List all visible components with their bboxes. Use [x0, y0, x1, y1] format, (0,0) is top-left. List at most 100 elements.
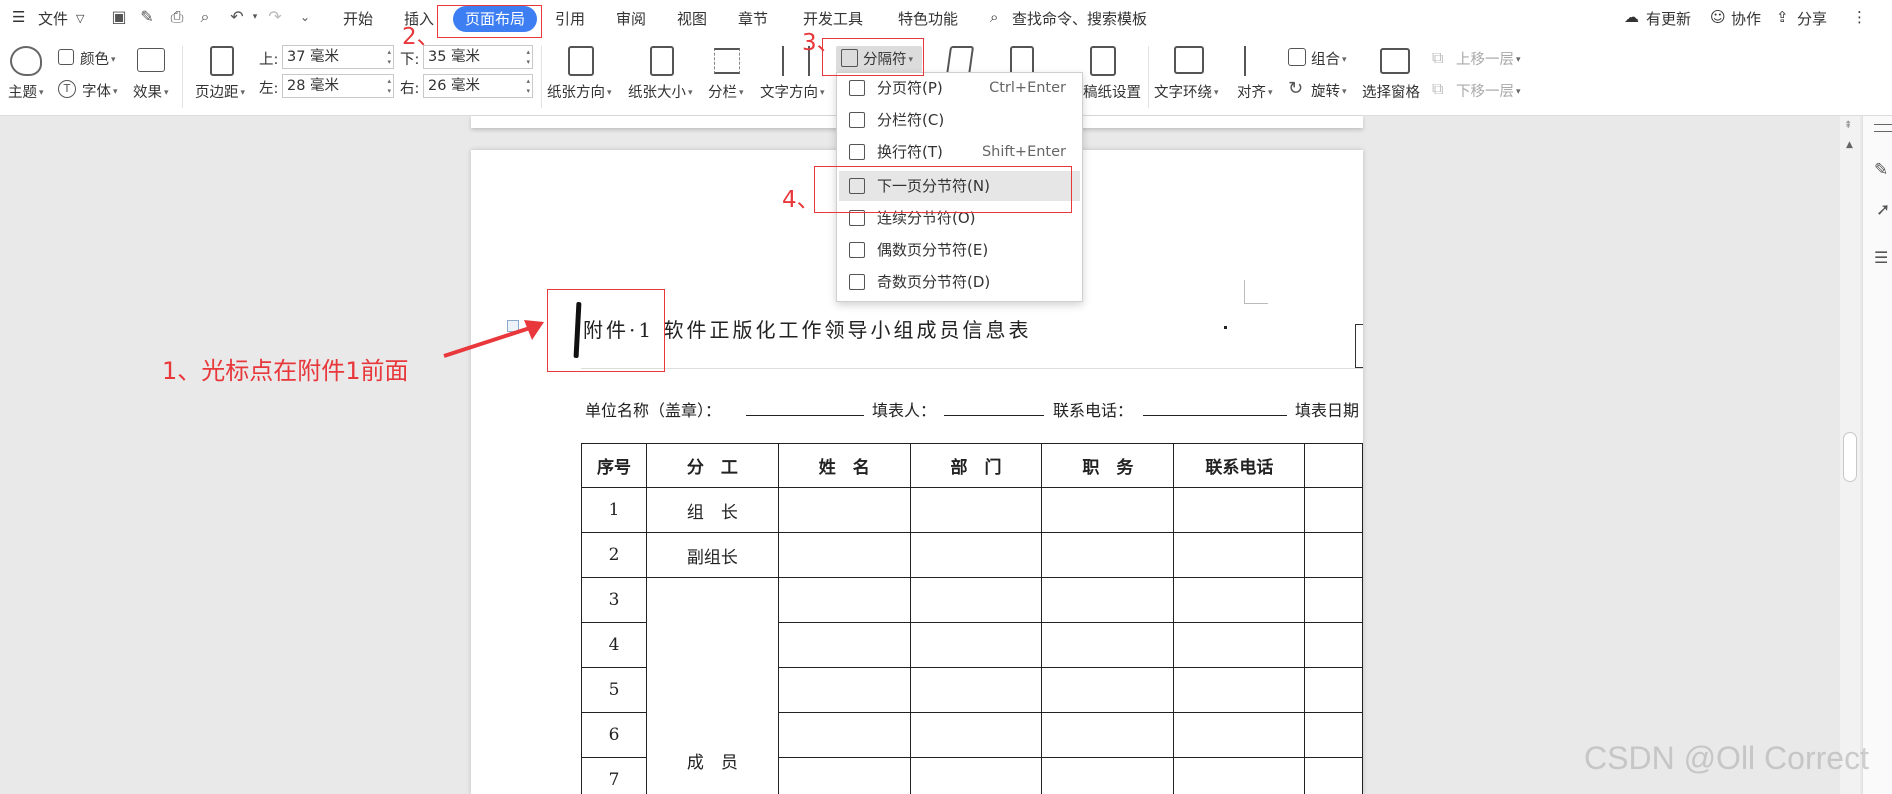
- row-number[interactable]: 1: [581, 487, 647, 533]
- row-number[interactable]: 6: [581, 712, 647, 758]
- row-number[interactable]: 5: [581, 667, 647, 713]
- format-painter-icon[interactable]: ✎: [138, 8, 156, 26]
- row-number[interactable]: 4: [581, 622, 647, 668]
- bring-forward-icon[interactable]: ⧉: [1432, 48, 1443, 68]
- phone-label[interactable]: 联系电话：: [1053, 397, 1133, 421]
- send-backward-button[interactable]: 下移一层 ▾: [1456, 80, 1521, 101]
- columns-icon[interactable]: [714, 48, 740, 74]
- align-button[interactable]: 对齐 ▾: [1237, 81, 1273, 102]
- orientation-button[interactable]: 纸张方向 ▾: [547, 81, 612, 102]
- menu-item-line-break[interactable]: 换行符(T) Shift+Enter: [837, 137, 1082, 167]
- send-backward-icon[interactable]: ⧉: [1432, 79, 1443, 99]
- table-cell[interactable]: [1041, 712, 1175, 758]
- group-icon[interactable]: [1288, 48, 1306, 66]
- group-button[interactable]: 组合 ▾: [1311, 48, 1347, 69]
- menu-item-even-page-section-break[interactable]: 偶数页分节符(E): [837, 235, 1082, 265]
- rotate-icon[interactable]: ↻: [1288, 78, 1303, 99]
- table-cell[interactable]: [1041, 487, 1175, 533]
- table-cell[interactable]: [1304, 622, 1363, 668]
- save-icon[interactable]: ▣: [110, 8, 128, 26]
- tab-start[interactable]: 开始: [343, 8, 373, 29]
- collaborate-button[interactable]: 协作: [1731, 8, 1761, 29]
- color-grid-icon[interactable]: [58, 49, 74, 65]
- table-cell[interactable]: [1304, 487, 1363, 533]
- scroll-top-icon[interactable]: ⇞: [1844, 120, 1852, 131]
- paper-size-icon[interactable]: [650, 46, 674, 76]
- table-cell[interactable]: [1173, 487, 1306, 533]
- table-cell[interactable]: [777, 757, 911, 794]
- table-cell[interactable]: [1173, 757, 1306, 794]
- paper-settings-icon[interactable]: [1090, 46, 1116, 76]
- update-button[interactable]: 有更新: [1646, 8, 1691, 29]
- pen-icon[interactable]: ✎: [1874, 160, 1888, 180]
- tab-references[interactable]: 引用: [555, 8, 585, 29]
- row-number[interactable]: 3: [581, 577, 647, 623]
- table-cell[interactable]: [909, 577, 1043, 623]
- pointer-icon[interactable]: ➚: [1876, 200, 1890, 220]
- table-cell[interactable]: [1041, 622, 1175, 668]
- row-number[interactable]: 7: [581, 757, 647, 794]
- table-cell[interactable]: [909, 667, 1043, 713]
- more-icon[interactable]: ⋮: [1852, 8, 1867, 26]
- share-icon[interactable]: ⇪: [1776, 8, 1789, 26]
- effects-button[interactable]: 效果 ▾: [133, 81, 169, 102]
- row-role[interactable]: 副组长: [645, 532, 779, 578]
- selection-pane-button[interactable]: 选择窗格: [1362, 81, 1420, 102]
- row-number[interactable]: 2: [581, 532, 647, 578]
- palette-icon[interactable]: [10, 46, 42, 76]
- table-cell[interactable]: [909, 622, 1043, 668]
- member-info-table[interactable]: 序号 分 工 姓 名 部 门 职 务 联系电话 1 组 长 2 副组长 3 成 …: [581, 443, 1363, 794]
- table-cell[interactable]: [909, 487, 1043, 533]
- user-icon[interactable]: ☺: [1710, 8, 1726, 26]
- table-cell[interactable]: [777, 577, 911, 623]
- undo-dropdown-icon[interactable]: ▾: [246, 8, 264, 26]
- table-cell[interactable]: [909, 532, 1043, 578]
- table-cell[interactable]: [777, 667, 911, 713]
- table-cell[interactable]: [909, 712, 1043, 758]
- unit-name-label[interactable]: 单位名称（盖章）：: [585, 397, 721, 421]
- customize-toolbar-icon[interactable]: ⌄: [296, 8, 314, 26]
- table-cell[interactable]: [777, 712, 911, 758]
- redo-icon[interactable]: ↷: [266, 8, 284, 26]
- table-cell[interactable]: [777, 487, 911, 533]
- rotate-button[interactable]: 旋转 ▾: [1311, 80, 1347, 101]
- member-role-cell[interactable]: 成 员: [645, 577, 779, 794]
- table-cell[interactable]: [1173, 712, 1306, 758]
- table-cell[interactable]: [1173, 577, 1306, 623]
- color-button[interactable]: 颜色 ▾: [80, 48, 116, 69]
- table-cell[interactable]: [1041, 532, 1175, 578]
- scrollbar-thumb[interactable]: [1843, 432, 1857, 482]
- menu-item-column-break[interactable]: 分栏符(C): [837, 105, 1082, 135]
- tab-special-features[interactable]: 特色功能: [898, 8, 958, 29]
- menu-item-page-break[interactable]: 分页符(P) Ctrl+Enter: [837, 73, 1082, 103]
- table-cell[interactable]: [777, 622, 911, 668]
- hamburger-icon[interactable]: ☰: [12, 8, 25, 26]
- font-theme-button[interactable]: 字体 ▾: [82, 80, 118, 101]
- margins-button[interactable]: 页边距 ▾: [195, 81, 245, 102]
- chevron-down-icon[interactable]: ▽: [76, 12, 84, 25]
- table-cell[interactable]: [909, 757, 1043, 794]
- paper-settings-button[interactable]: 稿纸设置: [1083, 81, 1141, 102]
- orientation-icon[interactable]: [568, 46, 594, 76]
- align-icon[interactable]: [1244, 46, 1270, 76]
- table-cell[interactable]: [1041, 577, 1175, 623]
- settings-sliders-icon[interactable]: ☰: [1874, 248, 1888, 267]
- effects-icon[interactable]: [137, 48, 165, 72]
- table-cell[interactable]: [1173, 667, 1306, 713]
- margin-left-field[interactable]: 28 毫米 ▴ ▾: [282, 74, 394, 98]
- table-cell[interactable]: [1304, 577, 1363, 623]
- font-theme-icon[interactable]: T: [58, 80, 76, 98]
- print-icon[interactable]: ⎙: [168, 8, 186, 26]
- selection-pane-icon[interactable]: [1380, 48, 1410, 74]
- tab-review[interactable]: 审阅: [616, 8, 646, 29]
- command-search[interactable]: 查找命令、搜索模板: [1012, 8, 1147, 29]
- text-direction-button[interactable]: 文字方向 ▾: [760, 81, 825, 102]
- print-preview-icon[interactable]: ⌕: [196, 8, 214, 26]
- table-cell[interactable]: [1304, 532, 1363, 578]
- filler-label[interactable]: 填表人：: [872, 397, 936, 421]
- columns-button[interactable]: 分栏 ▾: [708, 81, 744, 102]
- scroll-up-icon[interactable]: ▲: [1846, 140, 1853, 150]
- table-cell[interactable]: [1041, 757, 1175, 794]
- panel-collapse-icon[interactable]: [1874, 124, 1892, 132]
- table-cell[interactable]: [1304, 667, 1363, 713]
